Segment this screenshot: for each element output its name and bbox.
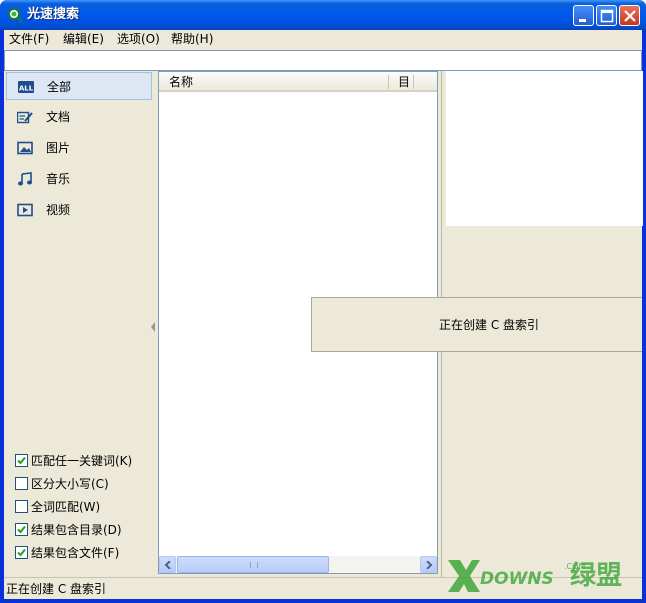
- option-label: 结果包含文件(F): [31, 546, 120, 560]
- horizontal-scrollbar[interactable]: [159, 556, 437, 573]
- document-icon: [17, 111, 33, 124]
- column-divider[interactable]: [413, 75, 414, 89]
- window-bottom-border: [0, 599, 646, 603]
- client-area: 文件(F) 编辑(E) 选项(O) 帮助(H) ALL 全部 文档 图片 音乐 …: [4, 30, 643, 599]
- picture-icon: [17, 141, 33, 155]
- column-divider[interactable]: [388, 75, 389, 89]
- menu-help[interactable]: 帮助(H): [171, 32, 213, 47]
- check-icon: [17, 525, 26, 534]
- minimize-icon: [579, 19, 586, 22]
- menu-bar: 文件(F) 编辑(E) 选项(O) 帮助(H): [4, 30, 642, 49]
- checkbox[interactable]: [15, 454, 28, 467]
- checkbox[interactable]: [15, 477, 28, 490]
- checkbox[interactable]: [15, 523, 28, 536]
- maximize-button[interactable]: [596, 5, 617, 26]
- splitter-handle[interactable]: [150, 321, 156, 333]
- watermark-brand: 绿盟: [570, 561, 622, 591]
- sidebar-item-all[interactable]: ALL 全部: [6, 72, 152, 100]
- app-window: 光速搜索 文件(F) 编辑(E) 选项(O) 帮助(H) ALL 全部 文档 图…: [0, 0, 646, 603]
- option-label: 全词匹配(W): [31, 500, 101, 514]
- status-text: 正在创建 C 盘索引: [6, 582, 107, 596]
- scroll-right-button[interactable]: [420, 556, 437, 573]
- option-label: 匹配任一关键词(K): [31, 454, 133, 468]
- maximize-icon: [600, 9, 614, 23]
- all-icon: ALL: [18, 81, 34, 93]
- title-bar[interactable]: 光速搜索: [0, 0, 646, 30]
- scroll-left-button[interactable]: [159, 556, 176, 573]
- music-icon: [18, 172, 32, 186]
- sidebar-item-documents[interactable]: 文档: [6, 103, 152, 131]
- check-icon: [17, 548, 26, 557]
- checkbox[interactable]: [15, 546, 28, 559]
- sidebar-item-label: 图片: [46, 141, 71, 155]
- menu-options[interactable]: 选项(O): [117, 32, 160, 47]
- close-button[interactable]: [619, 5, 640, 26]
- option-label: 区分大小写(C): [31, 477, 109, 491]
- column-header-directory[interactable]: 目: [398, 75, 410, 89]
- index-status-popup: 正在创建 C 盘索引: [311, 297, 642, 352]
- video-icon: [17, 203, 33, 217]
- watermark-text: DOWNS: [480, 569, 554, 589]
- column-header-name[interactable]: 名称: [169, 75, 193, 89]
- grip-icon: [250, 562, 258, 568]
- sidebar-item-label: 视频: [46, 203, 71, 217]
- minimize-button[interactable]: [573, 5, 594, 26]
- sidebar-item-pictures[interactable]: 图片: [6, 134, 152, 162]
- watermark-logo: DOWNS .COM 绿盟: [448, 560, 622, 592]
- svg-text:ALL: ALL: [19, 85, 34, 93]
- search-input[interactable]: [4, 50, 642, 71]
- scroll-thumb[interactable]: [177, 556, 329, 573]
- sidebar-item-video[interactable]: 视频: [6, 196, 152, 224]
- check-icon: [17, 456, 26, 465]
- sidebar-item-label: 音乐: [46, 172, 71, 186]
- menu-edit[interactable]: 编辑(E): [63, 32, 104, 47]
- arrow-right-icon: [426, 561, 433, 569]
- window-title: 光速搜索: [27, 7, 80, 22]
- sidebar-item-label: 全部: [47, 80, 72, 94]
- option-label: 结果包含目录(D): [31, 523, 122, 537]
- popup-message: 正在创建 C 盘索引: [439, 318, 540, 332]
- category-sidebar: ALL 全部 文档 图片 音乐 视频 匹配任一关键词(K) 区分大小写(C) 全…: [4, 71, 156, 577]
- arrow-left-icon: [164, 561, 171, 569]
- menu-file[interactable]: 文件(F): [9, 32, 49, 47]
- preview-area: [446, 71, 643, 226]
- sidebar-item-label: 文档: [46, 110, 71, 124]
- search-app-icon: [8, 8, 23, 23]
- checkbox[interactable]: [15, 500, 28, 513]
- list-header: 名称 目: [159, 72, 437, 92]
- close-icon: [624, 10, 636, 22]
- sidebar-item-music[interactable]: 音乐: [6, 165, 152, 193]
